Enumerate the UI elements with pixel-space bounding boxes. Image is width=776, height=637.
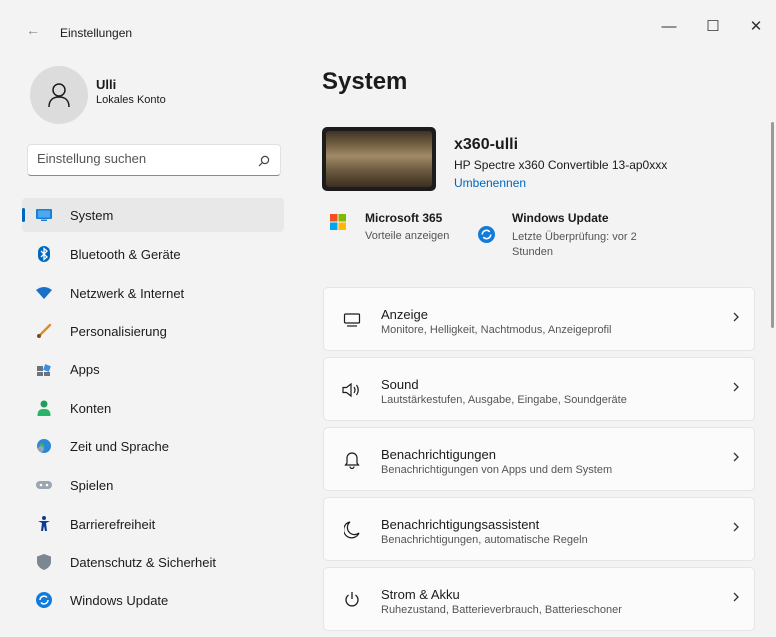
chevron-right-icon xyxy=(732,380,740,398)
moon-icon xyxy=(342,520,362,540)
tile-title: Windows Update xyxy=(512,211,609,225)
sidebar-item-bluetooth[interactable]: Bluetooth & Geräte xyxy=(22,237,284,271)
monitor-icon xyxy=(36,207,52,223)
chevron-right-icon xyxy=(732,310,740,328)
microsoft-logo-icon xyxy=(330,214,346,235)
sidebar-item-label: Personalisierung xyxy=(70,324,167,339)
page-title: System xyxy=(322,68,408,95)
sidebar-item-label: Datenschutz & Sicherheit xyxy=(70,555,216,570)
accessibility-icon xyxy=(36,516,52,532)
card-subtitle: Monitore, Helligkeit, Nachtmodus, Anzeig… xyxy=(381,324,612,336)
sidebar-item-network[interactable]: Netzwerk & Internet xyxy=(22,276,284,310)
sidebar-item-label: Bluetooth & Geräte xyxy=(70,247,181,262)
sidebar-item-gaming[interactable]: Spielen xyxy=(22,468,284,502)
microsoft-365-tile[interactable]: Microsoft 365 Vorteile anzeigen xyxy=(330,210,470,250)
card-title: Sound xyxy=(381,377,419,392)
app-title: Einstellungen xyxy=(60,26,133,40)
sidebar: Ulli Lokales Konto System Bluetooth & Ge… xyxy=(0,46,304,637)
windows-update-tile[interactable]: Windows Update Letzte Überprüfung: vor 2… xyxy=(478,210,678,258)
sidebar-item-label: Apps xyxy=(70,362,100,377)
power-icon xyxy=(342,590,362,610)
tile-title: Microsoft 365 xyxy=(365,211,443,225)
card-title: Benachrichtigungsassistent xyxy=(381,517,540,532)
display-icon xyxy=(342,310,362,330)
sidebar-item-apps[interactable]: Apps xyxy=(22,352,284,386)
sidebar-item-label: Windows Update xyxy=(70,593,169,608)
rename-link[interactable]: Umbenennen xyxy=(454,176,526,190)
account-type: Lokales Konto xyxy=(96,94,166,106)
settings-card-power-battery[interactable]: Strom & Akku Ruhezustand, Batterieverbra… xyxy=(323,567,755,631)
sidebar-item-accounts[interactable]: Konten xyxy=(22,391,284,425)
sidebar-item-personalization[interactable]: Personalisierung xyxy=(22,314,284,348)
wifi-icon xyxy=(36,285,52,301)
settings-card-sound[interactable]: Sound Lautstärkestufen, Ausgabe, Eingabe… xyxy=(323,357,755,421)
sidebar-item-label: Netzwerk & Internet xyxy=(70,286,185,301)
maximize-button[interactable]: ☐ xyxy=(695,12,731,40)
bell-icon xyxy=(342,450,362,470)
settings-card-display[interactable]: Anzeige Monitore, Helligkeit, Nachtmodus… xyxy=(323,287,755,351)
main-content: System x360-ulli HP Spectre x360 Convert… xyxy=(304,46,776,637)
close-button[interactable]: ✕ xyxy=(738,12,774,40)
card-subtitle: Ruhezustand, Batterieverbrauch, Batterie… xyxy=(381,604,622,616)
card-subtitle: Lautstärkestufen, Ausgabe, Eingabe, Soun… xyxy=(381,394,627,406)
sidebar-item-label: System xyxy=(70,208,114,223)
search-icon[interactable] xyxy=(258,154,270,172)
shield-icon xyxy=(36,554,52,570)
apps-icon xyxy=(36,361,52,377)
tile-subtitle: Letzte Überprüfung: vor 2 Stunden xyxy=(512,231,637,258)
sidebar-item-accessibility[interactable]: Barrierefreiheit xyxy=(22,507,284,541)
bluetooth-icon xyxy=(36,246,52,262)
avatar[interactable] xyxy=(30,66,88,124)
sidebar-item-label: Spielen xyxy=(70,478,114,493)
device-model: HP Spectre x360 Convertible 13-ap0xxx xyxy=(454,158,668,172)
vertical-scrollbar[interactable] xyxy=(771,122,774,328)
device-name: x360-ulli xyxy=(454,136,519,153)
globe-clock-icon xyxy=(36,438,52,454)
brush-icon xyxy=(36,323,52,339)
chevron-right-icon xyxy=(732,520,740,538)
card-subtitle: Benachrichtigungen, automatische Regeln xyxy=(381,534,588,546)
tile-subtitle: Vorteile anzeigen xyxy=(365,230,450,242)
settings-card-focus-assist[interactable]: Benachrichtigungsassistent Benachrichtig… xyxy=(323,497,755,561)
speaker-icon xyxy=(342,380,362,400)
sidebar-item-windows-update[interactable]: Windows Update xyxy=(22,583,284,617)
title-bar: ← Einstellungen — ☐ ✕ xyxy=(0,0,776,46)
card-title: Benachrichtigungen xyxy=(381,447,496,462)
wallpaper-image xyxy=(326,131,432,187)
sidebar-item-time-language[interactable]: Zeit und Sprache xyxy=(22,429,284,463)
chevron-right-icon xyxy=(732,590,740,608)
minimize-button[interactable]: — xyxy=(651,12,687,40)
sidebar-item-privacy-security[interactable]: Datenschutz & Sicherheit xyxy=(22,545,284,579)
sidebar-item-system[interactable]: System xyxy=(22,198,284,232)
card-subtitle: Benachrichtigungen von Apps und dem Syst… xyxy=(381,464,613,476)
person-icon xyxy=(36,400,52,416)
card-title: Anzeige xyxy=(381,307,428,322)
user-name: Ulli xyxy=(96,77,117,92)
update-icon xyxy=(36,592,52,608)
gamepad-icon xyxy=(36,477,52,493)
chevron-right-icon xyxy=(732,450,740,468)
sidebar-item-label: Zeit und Sprache xyxy=(70,439,170,454)
search-box[interactable] xyxy=(27,144,281,176)
back-arrow-icon[interactable]: ← xyxy=(26,22,40,38)
device-wallpaper-thumbnail xyxy=(322,127,436,191)
sidebar-item-label: Konten xyxy=(70,401,112,416)
active-indicator xyxy=(22,208,25,222)
card-title: Strom & Akku xyxy=(381,587,460,602)
search-input[interactable] xyxy=(37,151,247,166)
update-icon xyxy=(478,226,495,248)
settings-card-notifications[interactable]: Benachrichtigungen Benachrichtigungen vo… xyxy=(323,427,755,491)
person-outline-icon xyxy=(48,83,70,108)
sidebar-item-label: Barrierefreiheit xyxy=(70,517,156,532)
